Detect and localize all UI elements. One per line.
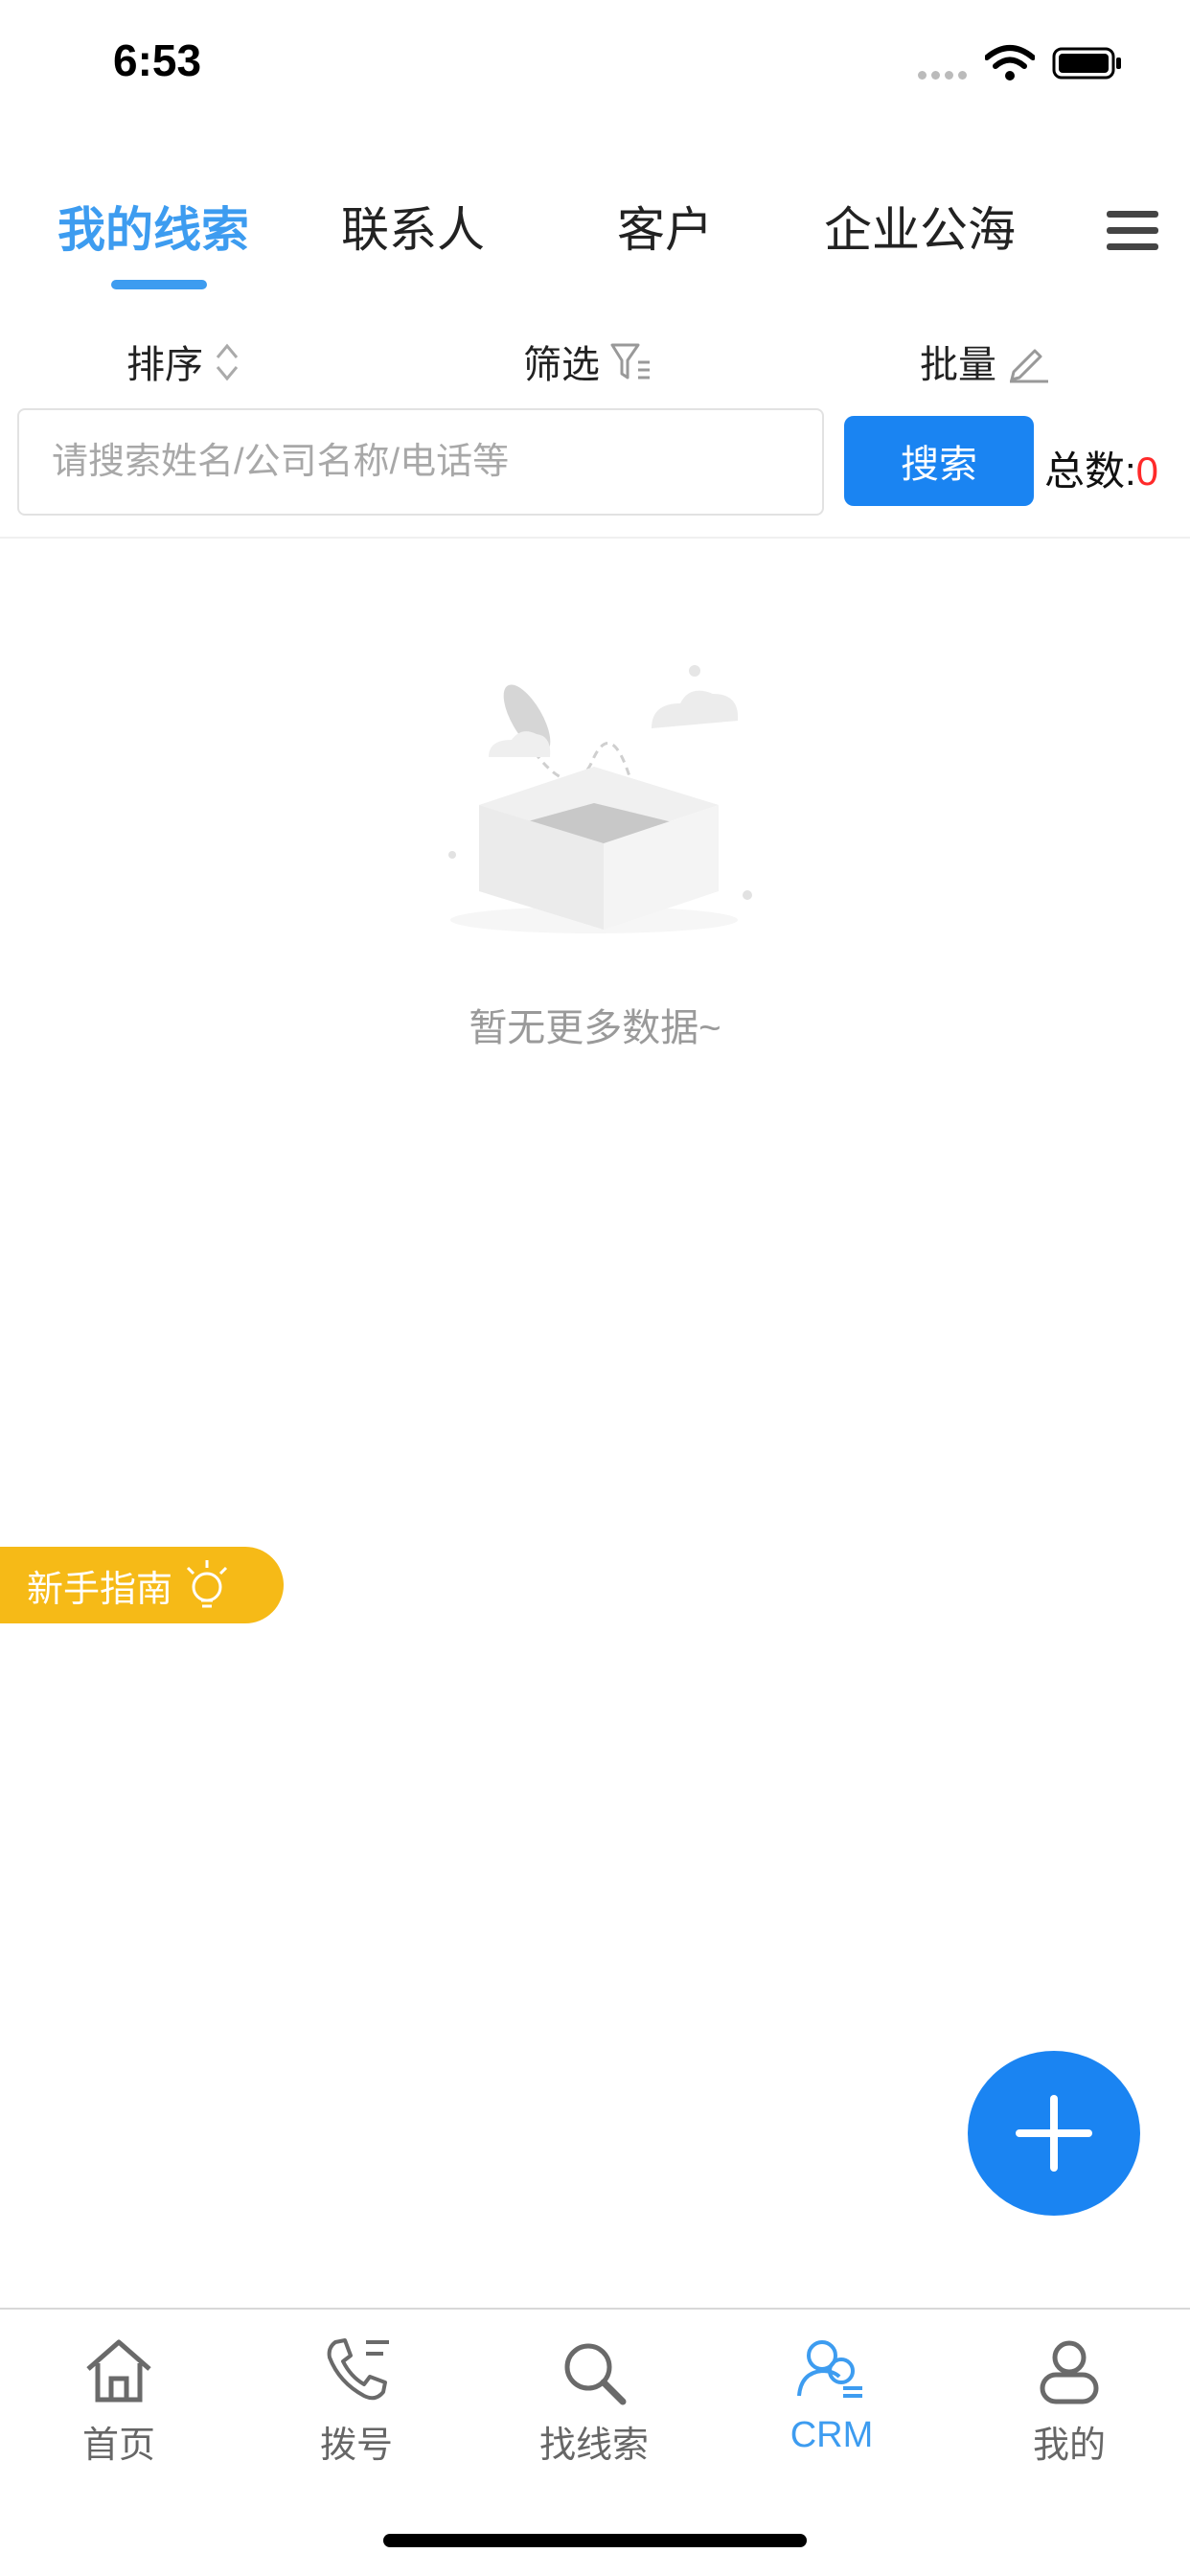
menu-icon[interactable]	[1107, 211, 1158, 257]
filter-label: 筛选	[523, 344, 600, 386]
tab-contacts[interactable]: 联系人	[341, 192, 485, 261]
add-button[interactable]	[968, 2051, 1140, 2216]
tab-my-leads[interactable]: 我的线索	[57, 192, 249, 261]
nav-item-crm[interactable]: CRM	[736, 2333, 927, 2456]
home-indicator	[383, 2534, 807, 2547]
phone-icon	[327, 2338, 389, 2401]
sort-button[interactable]: 排序	[126, 334, 241, 389]
status-time: 6:53	[113, 35, 202, 85]
total-label: 总数:	[1044, 448, 1136, 494]
batch-label: 批量	[920, 344, 996, 386]
total-count: 总数:0	[1044, 439, 1158, 497]
tab-public-pool[interactable]: 企业公海	[824, 192, 1016, 261]
search-icon	[564, 2343, 627, 2405]
sort-icon	[216, 343, 239, 381]
nav-item-dial[interactable]: 拨号	[261, 2333, 452, 2468]
nav-label-crm: CRM	[790, 2415, 874, 2455]
nav-item-mine[interactable]: 我的	[973, 2333, 1165, 2468]
filter-icon	[610, 343, 650, 380]
empty-box-illustration	[448, 665, 752, 933]
empty-state-text: 暂无更多数据~	[469, 1007, 721, 1049]
filter-button[interactable]: 筛选	[523, 334, 652, 389]
wifi-icon	[985, 45, 1035, 80]
guide-label: 新手指南	[27, 1569, 173, 1610]
nav-label-find-leads: 找线索	[538, 2426, 649, 2466]
crm-icon	[797, 2340, 862, 2398]
nav-label-mine: 我的	[1032, 2426, 1106, 2466]
bottom-nav: 首页 拨号 找线索 CRM 我的	[0, 2308, 1190, 2501]
battery-icon	[1052, 47, 1121, 80]
user-icon	[1040, 2340, 1099, 2404]
tab-customers[interactable]: 客户	[617, 192, 713, 261]
nav-item-home[interactable]: 首页	[23, 2333, 215, 2468]
nav-label-dial: 拨号	[319, 2426, 393, 2466]
total-value: 0	[1135, 448, 1159, 494]
lightbulb-icon	[186, 1560, 228, 1608]
nav-item-find-leads[interactable]: 找线索	[498, 2333, 690, 2468]
edit-icon	[1010, 349, 1048, 383]
nav-label-home: 首页	[81, 2426, 155, 2466]
batch-button[interactable]: 批量	[920, 334, 1050, 389]
beginner-guide-button[interactable]: 新手指南	[0, 1547, 284, 1623]
signal-icon	[918, 67, 973, 80]
active-tab-indicator	[111, 280, 207, 289]
sort-label: 排序	[126, 344, 203, 386]
divider	[0, 537, 1190, 539]
search-input[interactable]	[17, 408, 824, 516]
search-button[interactable]: 搜索	[844, 416, 1034, 506]
home-icon	[86, 2339, 151, 2403]
